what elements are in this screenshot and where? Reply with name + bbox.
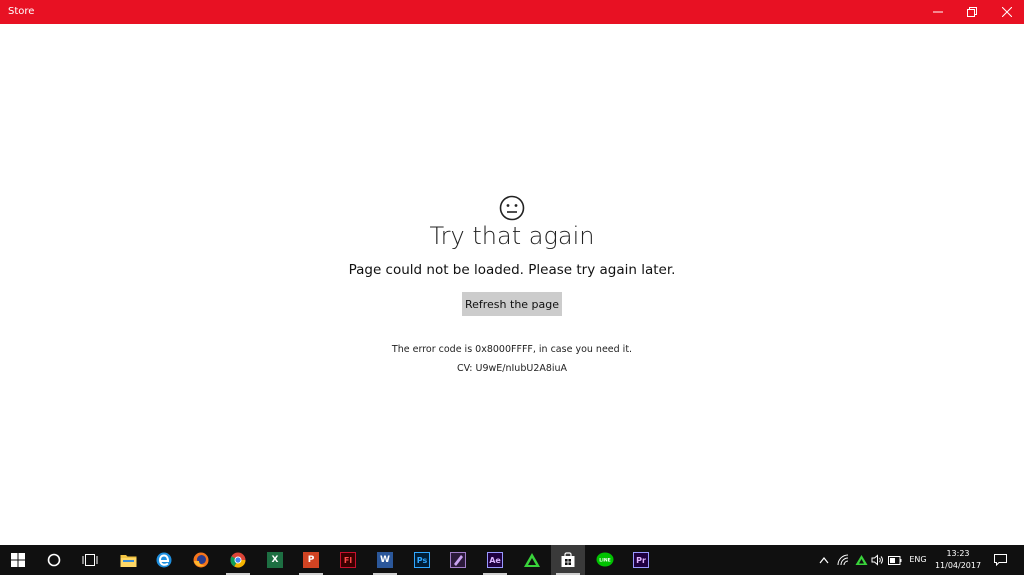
taskbar-app-word[interactable]: W — [368, 545, 402, 575]
taskbar-app-flash[interactable]: Fl — [331, 545, 365, 575]
action-center-button[interactable] — [989, 545, 1011, 575]
wifi-icon — [837, 554, 849, 566]
battery-icon — [888, 555, 902, 565]
flash-letter: Fl — [343, 555, 353, 565]
taskbar-app-premiere[interactable]: Pr — [624, 545, 658, 575]
photoshop-icon: Ps — [414, 552, 430, 568]
after-effects-icon: Ae — [487, 552, 503, 568]
taskbar-app-illustrator-draw[interactable] — [441, 545, 475, 575]
task-view-icon — [82, 554, 98, 566]
minimize-button[interactable] — [921, 0, 955, 24]
input-language-indicator[interactable]: ENG — [905, 545, 931, 575]
error-code-text: The error code is 0x8000FFFF, in case yo… — [391, 344, 633, 355]
green-triangle-app-icon — [524, 553, 540, 567]
taskbar-app-line[interactable]: LINE — [588, 545, 622, 575]
edge-icon — [156, 552, 172, 568]
cortana-button[interactable] — [37, 545, 71, 575]
taskbar-app-chrome[interactable] — [221, 545, 255, 575]
chevron-up-icon — [819, 557, 829, 564]
cortana-circle-icon — [47, 553, 61, 567]
speaker-icon — [871, 554, 883, 566]
battery-tray-button[interactable] — [886, 545, 904, 575]
taskbar-app-edge[interactable] — [147, 545, 181, 575]
excel-icon: X — [267, 552, 283, 568]
close-button[interactable] — [990, 0, 1024, 24]
error-message: Page could not be loaded. Please try aga… — [348, 262, 676, 278]
close-icon — [1002, 7, 1012, 17]
line-label: LINE — [599, 558, 610, 564]
word-icon: W — [377, 552, 393, 568]
show-hidden-icons-button[interactable] — [815, 545, 833, 575]
clock-time: 13:23 — [946, 549, 970, 558]
illustrator-draw-icon — [450, 552, 466, 568]
error-heading: Try that again — [429, 222, 595, 250]
photoshop-letter: Ps — [416, 555, 428, 565]
firefox-icon — [193, 552, 209, 568]
taskbar-app-powerpoint[interactable]: P — [294, 545, 328, 575]
file-explorer-icon — [120, 554, 136, 567]
taskbar: X P Fl W Ps Ae LINE Pr ENG 13:23 11/04/2… — [0, 545, 1024, 575]
taskbar-clock[interactable]: 13:23 11/04/2017 — [933, 548, 983, 574]
restore-icon — [967, 7, 977, 17]
taskbar-app-excel[interactable]: X — [258, 545, 292, 575]
start-button[interactable] — [1, 545, 35, 575]
task-view-button[interactable] — [73, 545, 107, 575]
store-icon — [561, 552, 575, 567]
minimize-icon — [933, 11, 943, 13]
taskbar-app-firefox[interactable] — [184, 545, 218, 575]
taskbar-app-file-explorer[interactable] — [111, 545, 145, 575]
taskbar-app-photoshop[interactable]: Ps — [405, 545, 439, 575]
notification-icon — [993, 554, 1007, 566]
excel-letter: X — [271, 555, 279, 565]
taskbar-app-green-triangle[interactable] — [515, 545, 549, 575]
network-tray-button[interactable] — [835, 545, 851, 575]
flash-icon: Fl — [340, 552, 356, 568]
store-content: Try that again Page could not be loaded.… — [0, 24, 1024, 545]
taskbar-app-store[interactable] — [551, 545, 585, 575]
restore-button[interactable] — [955, 0, 989, 24]
refresh-page-button[interactable]: Refresh the page — [462, 292, 562, 316]
title-bar: Store — [0, 0, 1024, 24]
chrome-icon — [230, 552, 246, 568]
volume-tray-button[interactable] — [869, 545, 885, 575]
clock-date: 11/04/2017 — [934, 561, 982, 570]
powerpoint-letter: P — [307, 555, 315, 565]
window-title: Store — [8, 6, 35, 17]
word-letter: W — [380, 555, 390, 565]
green-triangle-tray-button[interactable] — [852, 545, 870, 575]
powerpoint-icon: P — [303, 552, 319, 568]
line-icon: LINE — [596, 552, 614, 567]
windows-logo-icon — [11, 553, 25, 567]
taskbar-app-after-effects[interactable]: Ae — [478, 545, 512, 575]
premiere-icon: Pr — [633, 552, 649, 568]
correlation-vector-text: CV: U9wE/nIubU2A8iuA — [456, 363, 568, 374]
neutral-face-icon — [499, 195, 525, 221]
premiere-letter: Pr — [636, 555, 646, 565]
green-triangle-tray-icon — [855, 555, 867, 565]
after-effects-letter: Ae — [489, 555, 501, 565]
